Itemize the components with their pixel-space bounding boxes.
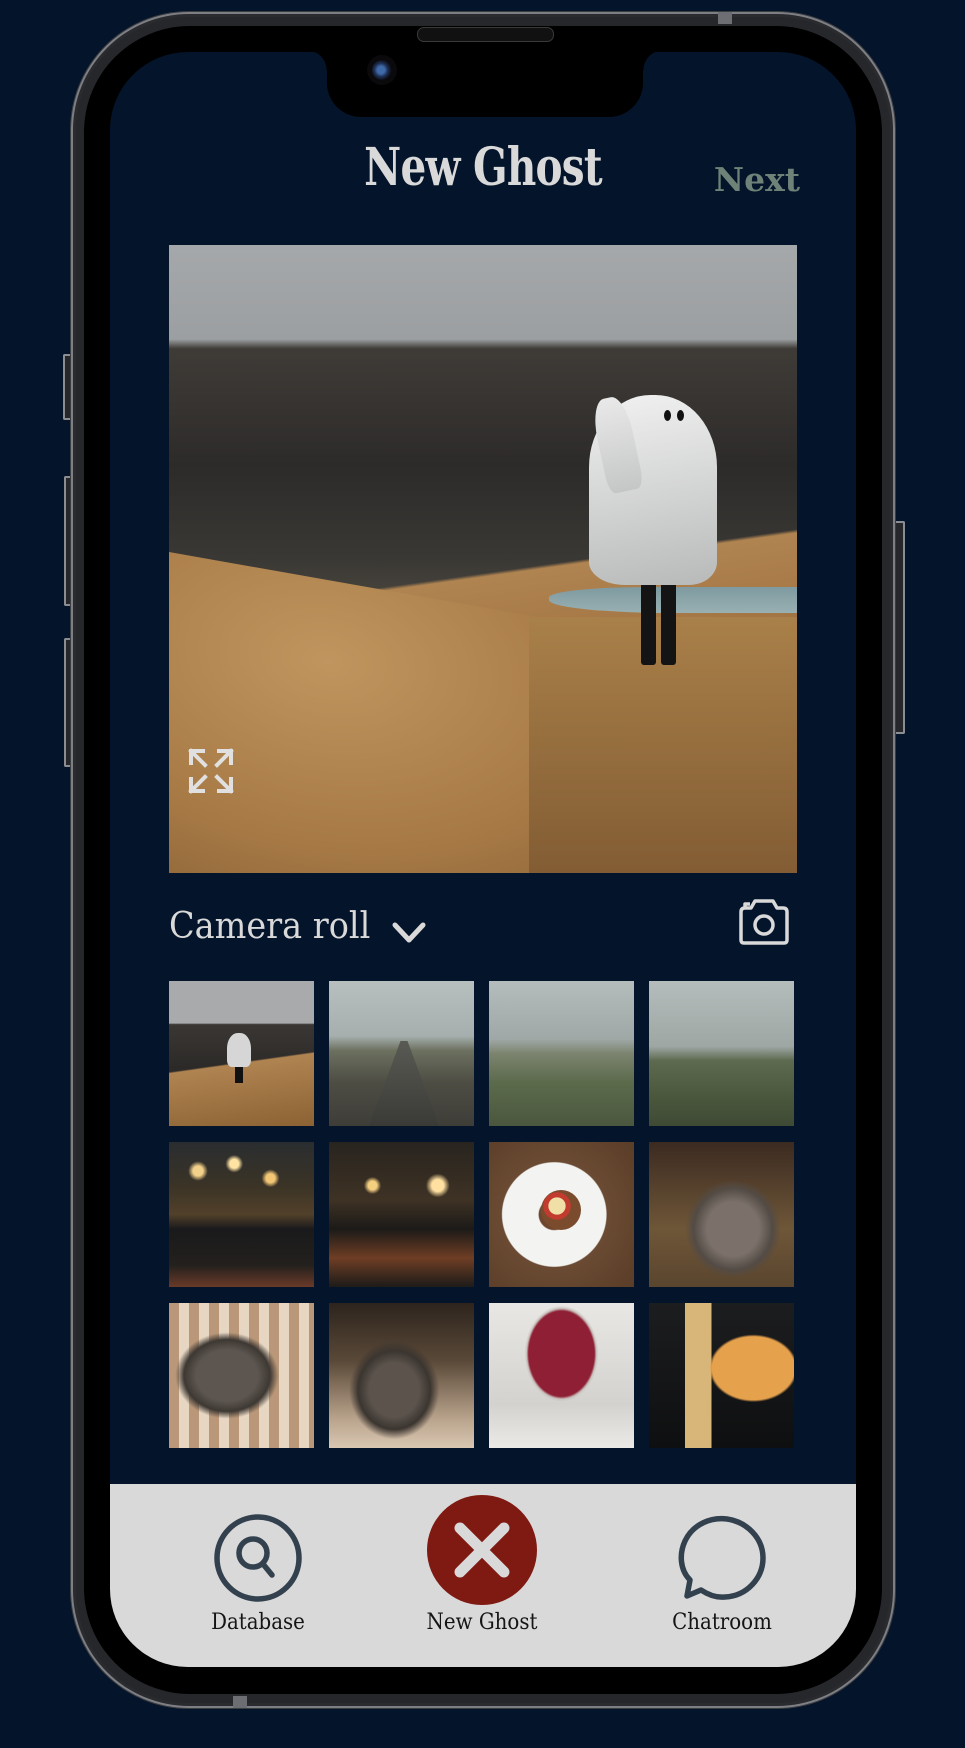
antenna-band: [718, 12, 732, 24]
thumbnail[interactable]: [329, 981, 474, 1126]
chevron-down-icon[interactable]: [391, 920, 427, 946]
thumbnail[interactable]: [649, 1303, 794, 1448]
camera-roll-dropdown[interactable]: Camera roll: [169, 905, 370, 949]
nav-label: Chatroom: [672, 1610, 772, 1635]
close-icon: [427, 1495, 537, 1605]
camera-icon[interactable]: [738, 898, 790, 946]
thumbnail[interactable]: [169, 1142, 314, 1287]
ghost-leg: [641, 580, 656, 665]
nav-item-chatroom[interactable]: Chatroom: [632, 1484, 812, 1667]
nav-label: New Ghost: [426, 1610, 538, 1635]
antenna-band: [233, 1696, 247, 1708]
power-button: [895, 521, 905, 734]
expand-arrows-icon[interactable]: [188, 748, 234, 794]
nav-item-new-ghost[interactable]: New Ghost: [392, 1484, 572, 1667]
page-title: New Ghost: [364, 137, 602, 198]
next-button[interactable]: Next: [714, 160, 800, 200]
screen: New Ghost Next Camera roll Database New …: [110, 52, 856, 1667]
thumbnail[interactable]: [489, 981, 634, 1126]
nav-label: Database: [211, 1610, 305, 1635]
ghost-leg: [661, 580, 676, 665]
notch: [307, 52, 663, 117]
chat-bubble-icon: [678, 1515, 766, 1600]
thumbnail[interactable]: [489, 1303, 634, 1448]
thumbnail[interactable]: [329, 1303, 474, 1448]
thumbnail[interactable]: [329, 1142, 474, 1287]
thumbnail[interactable]: [169, 1303, 314, 1448]
earpiece-speaker: [417, 27, 554, 42]
thumbnail[interactable]: [649, 981, 794, 1126]
thumbnail[interactable]: [169, 981, 314, 1126]
front-camera-lens: [372, 60, 392, 80]
ghost-eye: [664, 410, 671, 421]
thumbnail[interactable]: [649, 1142, 794, 1287]
nav-item-database[interactable]: Database: [168, 1484, 348, 1667]
search-icon: [214, 1514, 302, 1602]
selected-photo-preview: [169, 245, 797, 873]
ghost-eye: [677, 410, 684, 421]
bottom-nav: Database New Ghost Chatroom: [110, 1484, 856, 1667]
thumbnail[interactable]: [489, 1142, 634, 1287]
